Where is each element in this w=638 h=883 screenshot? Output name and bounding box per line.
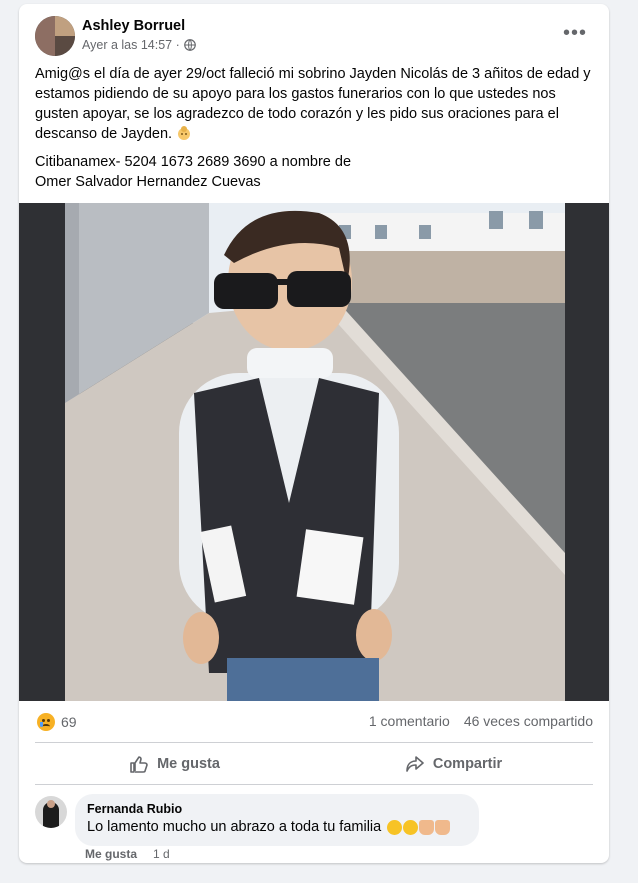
- comments-count-link[interactable]: 1 comentario: [369, 713, 450, 729]
- post-meta: Ayer a las 14:57 ·: [82, 38, 196, 52]
- divider-top: [35, 742, 593, 743]
- shares-count-link[interactable]: 46 veces compartido: [464, 713, 593, 729]
- praying-hands-icon: [419, 819, 435, 835]
- post-photo[interactable]: [19, 203, 609, 701]
- comment-author[interactable]: Fernanda Rubio: [87, 802, 182, 816]
- divider-bottom: [35, 784, 593, 785]
- commenter-avatar[interactable]: [35, 796, 67, 828]
- comment-age[interactable]: 1 d: [153, 847, 170, 861]
- like-button[interactable]: Me gusta: [35, 746, 314, 782]
- more-options-button[interactable]: •••: [563, 23, 587, 43]
- bank-line-1: Citibanamex- 5204 1673 2689 3690 a nombr…: [35, 154, 352, 170]
- reactions-summary[interactable]: 69: [37, 713, 77, 731]
- post-author[interactable]: Ashley Borruel: [82, 18, 185, 34]
- baby-emoji-icon: [178, 126, 191, 140]
- post-text: Amig@s el día de ayer 29/oct falleció mi…: [35, 64, 595, 192]
- post-stats: 69 1 comentario 46 veces compartido: [19, 711, 609, 735]
- comment-bubble: Fernanda Rubio Lo lamento mucho un abraz…: [75, 794, 479, 846]
- comment-footer: Me gusta 1 d: [85, 847, 170, 861]
- photo-illustration: [19, 203, 609, 701]
- post-actions: Me gusta Compartir: [35, 746, 593, 782]
- crying-emoji-icon: [403, 819, 419, 835]
- globe-icon: [183, 39, 196, 51]
- comment-emojis: [387, 819, 451, 835]
- share-button-label: Compartir: [432, 756, 503, 772]
- reactions-count: 69: [61, 714, 77, 730]
- post-time[interactable]: Ayer a las 14:57 ·: [82, 38, 180, 52]
- comment-like-button[interactable]: Me gusta: [85, 847, 137, 861]
- sad-reaction-icon: [37, 713, 55, 731]
- comment-text: Lo lamento mucho un abrazo a toda tu fam…: [87, 819, 451, 835]
- comment-text-content: Lo lamento mucho un abrazo a toda tu fam…: [87, 819, 382, 835]
- praying-hands-icon: [435, 819, 451, 835]
- post-card: Ashley Borruel Ayer a las 14:57 · ••• Am…: [19, 4, 609, 863]
- share-button[interactable]: Compartir: [314, 746, 593, 782]
- crying-emoji-icon: [387, 819, 403, 835]
- bank-line-2: Omer Salvador Hernandez Cuevas: [35, 174, 261, 190]
- like-button-label: Me gusta: [157, 756, 220, 772]
- share-arrow-icon: [406, 756, 424, 772]
- author-avatar[interactable]: [35, 16, 75, 56]
- post-paragraph: Amig@s el día de ayer 29/oct falleció mi…: [35, 66, 591, 142]
- thumbs-up-icon: [130, 756, 148, 773]
